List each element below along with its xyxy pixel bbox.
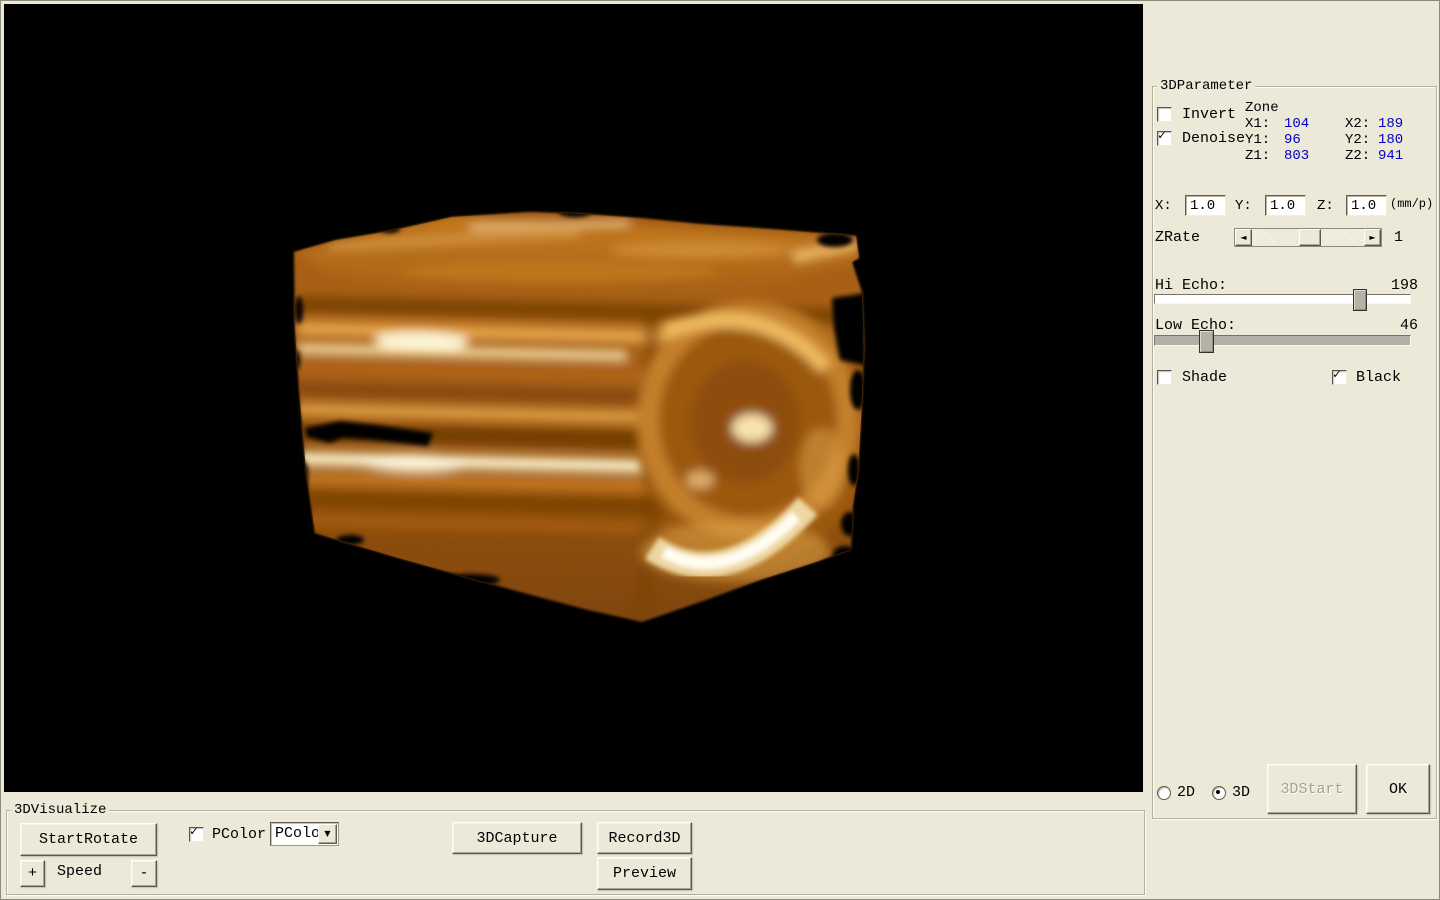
mode-2d-radio[interactable] [1157,786,1171,800]
pcolor-label: PColor [212,826,266,843]
check-icon: ✓ [1333,368,1341,382]
ok-button[interactable]: OK [1366,764,1430,814]
zrate-value: 1 [1394,229,1403,246]
shade-checkbox[interactable] [1157,370,1172,385]
z-scale-input[interactable] [1346,195,1387,216]
zone-x1-label: X1: [1245,117,1270,132]
zone-y2-label: Y2: [1345,133,1370,148]
black-checkbox[interactable]: ✓ [1332,370,1347,385]
x-scale-label: X: [1155,199,1172,214]
hi-echo-label: Hi Echo: [1155,277,1227,294]
scale-unit-label: (mm/p) [1390,197,1433,211]
y-scale-label: Y: [1235,199,1252,214]
zone-title: Zone [1245,101,1279,116]
invert-checkbox[interactable] [1157,107,1172,122]
radio-dot-icon [1216,790,1220,794]
z-scale-label: Z: [1317,199,1334,214]
check-icon: ✓ [190,825,198,839]
capture-3d-button[interactable]: 3DCapture [452,822,582,854]
start3d-button[interactable]: 3DStart [1267,764,1357,814]
zone-z1-value: 803 [1284,149,1309,164]
zrate-scrollbar-thumb[interactable] [1299,229,1321,246]
denoise-checkbox[interactable]: ✓ [1157,131,1172,146]
shade-label: Shade [1182,369,1227,386]
scroll-left-arrow-icon[interactable]: ◄ [1235,229,1252,246]
low-echo-slider-track[interactable] [1154,335,1411,346]
mode-2d-label: 2D [1177,784,1195,801]
low-echo-slider-thumb[interactable] [1199,330,1214,353]
speed-label: Speed [57,863,102,880]
zone-x1-value: 104 [1284,117,1309,132]
start-rotate-button[interactable]: StartRotate [20,823,157,856]
denoise-label: Denoise [1182,130,1245,147]
parameter-panel-title: 3DParameter [1157,78,1255,94]
x-scale-input[interactable] [1185,195,1226,216]
hi-echo-slider-thumb[interactable] [1353,289,1367,311]
low-echo-label: Low Echo: [1155,317,1236,334]
zrate-scrollbar[interactable]: ◄ ► [1234,228,1382,247]
scroll-right-arrow-icon[interactable]: ► [1364,229,1381,246]
black-label: Black [1356,369,1401,386]
record-3d-button[interactable]: Record3D [597,822,692,854]
pcolor-checkbox[interactable]: ✓ [189,827,204,842]
zone-y1-label: Y1: [1245,133,1270,148]
mode-3d-label: 3D [1232,784,1250,801]
zone-y2-value: 180 [1378,133,1403,148]
zone-z2-label: Z2: [1345,149,1370,164]
zone-x2-value: 189 [1378,117,1403,132]
app-window: 3DParameter Invert ✓ Denoise Zone X1: 10… [0,0,1440,900]
zrate-label: ZRate [1155,229,1200,246]
chevron-down-icon[interactable]: ▼ [318,824,337,844]
zone-x2-label: X2: [1345,117,1370,132]
zone-y1-value: 96 [1284,133,1301,148]
visualize-panel-title: 3DVisualize [11,802,109,818]
zone-z2-value: 941 [1378,149,1403,164]
y-scale-input[interactable] [1265,195,1306,216]
volume-render-image [4,4,1143,792]
render-viewport[interactable] [4,4,1143,792]
zone-z1-label: Z1: [1245,149,1270,164]
speed-minus-button[interactable]: - [131,860,157,887]
mode-3d-radio[interactable] [1212,786,1226,800]
low-echo-value: 46 [1380,317,1418,334]
pcolor-dropdown[interactable]: PColor ▼ [270,822,339,846]
preview-button[interactable]: Preview [597,857,692,890]
check-icon: ✓ [1158,129,1166,143]
invert-label: Invert [1182,106,1236,123]
speed-plus-button[interactable]: + [20,860,45,887]
hi-echo-slider-track[interactable] [1154,294,1411,304]
hi-echo-value: 198 [1380,277,1418,294]
